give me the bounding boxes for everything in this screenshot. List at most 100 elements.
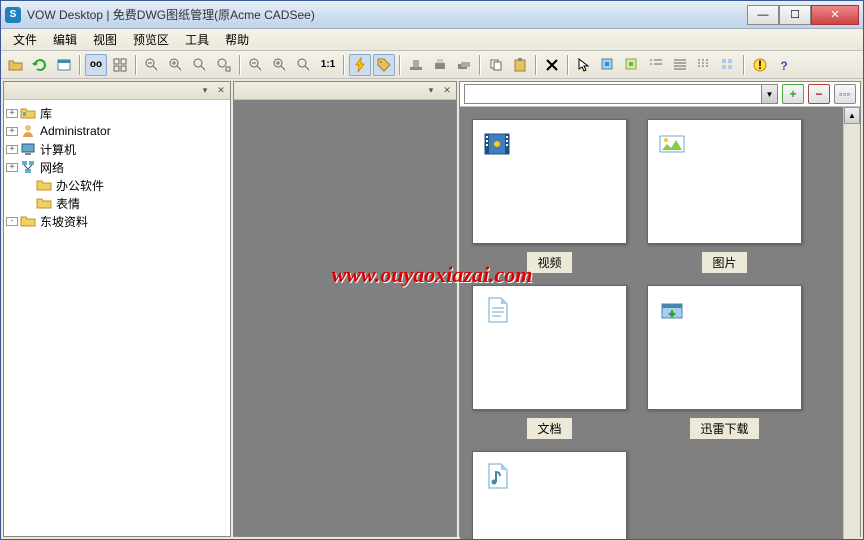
tree-label: 东坡资料 xyxy=(38,212,90,231)
pane-close-icon[interactable]: ✕ xyxy=(214,84,228,98)
thumbnail-label: 迅雷下载 xyxy=(690,418,758,439)
tool-list-large-icon[interactable] xyxy=(645,54,667,76)
expand-icon[interactable]: + xyxy=(6,163,18,172)
tree-label: 办公软件 xyxy=(54,176,106,195)
menu-file[interactable]: 文件 xyxy=(5,29,45,50)
separator xyxy=(479,55,481,75)
separator xyxy=(743,55,745,75)
tool-print-batch-icon[interactable] xyxy=(453,54,475,76)
picture-folder-icon xyxy=(647,119,802,244)
tool-refresh-folder-icon[interactable] xyxy=(5,54,27,76)
path-combo[interactable]: ▼ xyxy=(464,84,778,104)
tool-stamp-icon[interactable] xyxy=(405,54,427,76)
tool-print-icon[interactable] xyxy=(429,54,451,76)
tool-layers1-icon[interactable] xyxy=(597,54,619,76)
thumbnail-item[interactable] xyxy=(472,451,627,539)
tool-window-icon[interactable] xyxy=(53,54,75,76)
tree-label: Administrator xyxy=(38,123,113,139)
tree-spacer xyxy=(22,199,34,208)
scroll-track[interactable] xyxy=(844,124,860,539)
thumbnail-item[interactable]: 文档 xyxy=(472,285,627,439)
tool-layers2-icon[interactable] xyxy=(621,54,643,76)
tool-zoom-in-icon[interactable] xyxy=(165,54,187,76)
tree-item[interactable]: +计算机 xyxy=(6,140,228,158)
window-controls: — ☐ ✕ xyxy=(747,5,859,25)
tool-zoom-in2-icon[interactable] xyxy=(269,54,291,76)
separator xyxy=(535,55,537,75)
expand-icon[interactable]: + xyxy=(6,127,18,136)
menu-view[interactable]: 视图 xyxy=(85,29,125,50)
user-icon xyxy=(20,123,36,139)
tree-item[interactable]: 表情 xyxy=(6,194,228,212)
scroll-up-icon[interactable]: ▲ xyxy=(844,107,860,124)
separator xyxy=(343,55,345,75)
tool-list-compact-icon[interactable] xyxy=(693,54,715,76)
pane-menu-icon[interactable]: ▾ xyxy=(424,84,438,98)
maximize-button[interactable]: ☐ xyxy=(779,5,811,25)
titlebar[interactable]: S VOW Desktop | 免费DWG图纸管理(原Acme CADSee) … xyxy=(1,1,863,29)
svg-text:!: ! xyxy=(758,58,762,72)
tool-list-detail-icon[interactable] xyxy=(669,54,691,76)
tool-lightning-icon[interactable] xyxy=(349,54,371,76)
app-icon: S xyxy=(5,7,21,23)
tree-label: 网络 xyxy=(38,158,66,177)
tree-item[interactable]: - 东坡资料 xyxy=(6,212,228,230)
add-button[interactable]: + xyxy=(782,84,804,104)
tool-refresh-icon[interactable] xyxy=(29,54,51,76)
tool-view-grid-icon[interactable] xyxy=(109,54,131,76)
menu-tools[interactable]: 工具 xyxy=(177,29,217,50)
thumbnail-label: 视频 xyxy=(527,252,571,273)
thumbnail-item[interactable]: 图片 xyxy=(647,119,802,273)
folder-tree[interactable]: +库+Administrator+计算机+网络办公软件表情-东坡资料 xyxy=(4,100,230,536)
tool-zoom-page-icon[interactable] xyxy=(293,54,315,76)
tool-grid-icon[interactable] xyxy=(717,54,739,76)
tool-paste-icon[interactable] xyxy=(509,54,531,76)
collapse-icon[interactable]: - xyxy=(6,217,18,226)
thumbnail-item[interactable]: 视频 xyxy=(472,119,627,273)
pane-header: ▾ ✕ xyxy=(234,82,456,100)
scrollbar-vertical[interactable]: ▲ ▼ xyxy=(843,107,860,539)
tool-zoom-fit-icon[interactable] xyxy=(189,54,211,76)
network-icon xyxy=(20,159,36,175)
tool-zoom-out-icon[interactable] xyxy=(141,54,163,76)
pane-close-icon[interactable]: ✕ xyxy=(440,84,454,98)
thumbnail-item[interactable]: 迅雷下载 xyxy=(647,285,802,439)
chevron-down-icon[interactable]: ▼ xyxy=(761,85,777,103)
expand-icon[interactable]: + xyxy=(6,145,18,154)
tool-delete-icon[interactable] xyxy=(541,54,563,76)
thumbnails-area[interactable]: 视频 图片文档迅雷下载 xyxy=(460,107,843,539)
pane-header: ▾ ✕ xyxy=(4,82,230,100)
close-button[interactable]: ✕ xyxy=(811,5,859,25)
tool-pointer-icon[interactable] xyxy=(573,54,595,76)
expand-icon[interactable]: + xyxy=(6,109,18,118)
more-button[interactable]: ▫▫▫ xyxy=(834,84,856,104)
preview-pane: ▾ ✕ xyxy=(233,81,457,537)
pane-menu-icon[interactable]: ▾ xyxy=(198,84,212,98)
tree-item[interactable]: + Administrator xyxy=(6,122,228,140)
tool-copy-icon[interactable] xyxy=(485,54,507,76)
svg-text:?: ? xyxy=(780,59,787,73)
separator xyxy=(399,55,401,75)
preview-area[interactable] xyxy=(234,100,456,536)
tree-spacer xyxy=(22,181,34,190)
music-folder-icon xyxy=(472,451,627,539)
tool-info-icon[interactable]: ! xyxy=(749,54,771,76)
minimize-button[interactable]: — xyxy=(747,5,779,25)
tree-item[interactable]: +库 xyxy=(6,104,228,122)
folder-icon xyxy=(20,213,36,229)
menu-preview[interactable]: 预览区 xyxy=(125,29,177,50)
tool-tag-icon[interactable] xyxy=(373,54,395,76)
menu-help[interactable]: 帮助 xyxy=(217,29,257,50)
tool-view-oo-icon[interactable]: oo xyxy=(85,54,107,76)
tool-zoom-box-icon[interactable] xyxy=(213,54,235,76)
computer-icon xyxy=(20,141,36,157)
remove-button[interactable]: − xyxy=(808,84,830,104)
tool-help-icon[interactable]: ? xyxy=(773,54,795,76)
tool-zoom-1to1-icon[interactable]: 1:1 xyxy=(317,54,339,76)
separator xyxy=(567,55,569,75)
tree-pane: ▾ ✕ +库+Administrator+计算机+网络办公软件表情-东坡资料 xyxy=(3,81,231,537)
tool-zoom-out2-icon[interactable] xyxy=(245,54,267,76)
tree-item[interactable]: 办公软件 xyxy=(6,176,228,194)
tree-item[interactable]: + 网络 xyxy=(6,158,228,176)
menu-edit[interactable]: 编辑 xyxy=(45,29,85,50)
